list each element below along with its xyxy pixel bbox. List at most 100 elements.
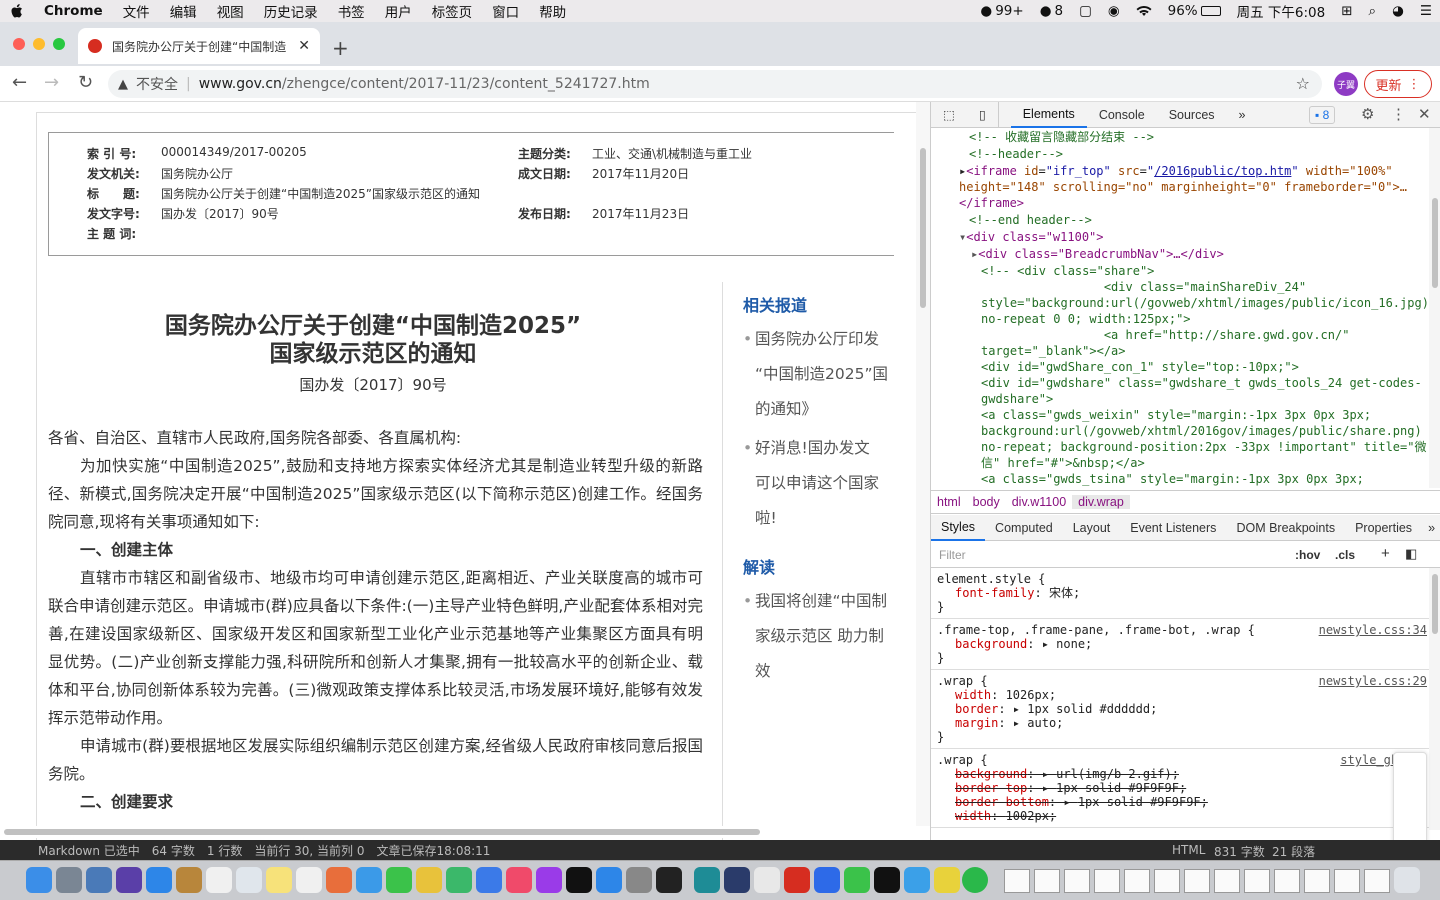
crumb-div-w1100[interactable]: div.w1100 — [1006, 495, 1072, 509]
add-rule-icon[interactable]: + — [1381, 545, 1390, 562]
close-window-button[interactable] — [13, 38, 25, 50]
maximize-window-button[interactable] — [53, 38, 65, 50]
page-horizontal-scrollbar[interactable] — [0, 826, 930, 838]
tab-styles[interactable]: Styles — [931, 515, 986, 541]
device-toggle-icon[interactable]: ▯ — [967, 101, 999, 128]
tab-layout[interactable]: Layout — [1063, 515, 1121, 541]
siri-icon[interactable] — [116, 867, 142, 893]
interpretation-link[interactable]: • 我国将创建“中国制 家级示范区 助力制 效 — [743, 584, 903, 689]
youdao-icon[interactable] — [784, 867, 810, 893]
update-button[interactable]: 更新 ⋮ — [1364, 70, 1432, 98]
window-thumbnail[interactable] — [1064, 869, 1090, 893]
window-thumbnail[interactable] — [1244, 869, 1270, 893]
inspect-icon[interactable]: ⬚ — [931, 102, 967, 128]
back-icon[interactable]: ← — [12, 72, 27, 93]
safari-icon[interactable] — [146, 867, 172, 893]
messages-icon[interactable] — [356, 867, 382, 893]
devtools-close-icon[interactable]: ✕ — [1418, 105, 1431, 123]
menu-people[interactable]: 用户 — [375, 1, 422, 21]
scroll-thumb[interactable] — [920, 148, 926, 308]
tv-icon[interactable] — [566, 867, 592, 893]
stylesheet-link[interactable]: newstyle.css:34 — [1319, 623, 1427, 637]
pages-icon[interactable] — [416, 867, 442, 893]
menu-edit[interactable]: 编辑 — [160, 1, 207, 21]
crumb-html[interactable]: html — [931, 495, 967, 509]
new-tab-button[interactable]: + — [332, 36, 349, 60]
clock[interactable]: 周五 下午6:08 — [1229, 1, 1334, 21]
typora-icon[interactable] — [724, 867, 750, 893]
style-rule-frame[interactable]: newstyle.css:34 .frame-top, .frame-pane,… — [931, 619, 1429, 670]
style-rule-wrap[interactable]: newstyle.css:29 .wrap { width: 1026px; b… — [931, 670, 1429, 749]
input-method-icon[interactable]: ⊞ — [1333, 3, 1360, 19]
finder-icon[interactable] — [26, 867, 52, 893]
style-rule-element[interactable]: element.style { font-family: 宋体; } — [931, 568, 1429, 619]
related-link[interactable]: • 好消息!国办发文 可以申请这个国家 啦! — [743, 431, 903, 536]
calendar-icon[interactable] — [206, 867, 232, 893]
browser-tab[interactable]: 国务院办公厅关于创建“中国制造 ✕ — [78, 28, 320, 64]
wifi-icon[interactable] — [1128, 5, 1160, 17]
dom-node-w1100[interactable]: ▾<div class="w1100"> — [959, 229, 1104, 245]
bookmark-star-icon[interactable]: ☆ — [1296, 74, 1310, 93]
styles-scrollbar[interactable] — [1429, 568, 1440, 830]
apple-icon[interactable] — [0, 3, 34, 19]
numbers-icon[interactable] — [446, 867, 472, 893]
baidu-netdisk-icon[interactable] — [904, 867, 930, 893]
preview-icon[interactable] — [86, 867, 112, 893]
dom-node-breadcrumb[interactable]: ▸<div class="BreadcrumbNav">…</div> — [971, 246, 1224, 262]
related-link[interactable]: • 国务院办公厅印发 “中国制造2025”国 的通知》 — [743, 322, 903, 427]
avatar[interactable]: 子翼 — [1334, 72, 1358, 96]
control-center-icon[interactable]: ☰ — [1412, 3, 1440, 19]
menu-bookmarks[interactable]: 书签 — [328, 1, 375, 21]
tab-dom-breakpoints[interactable]: DOM Breakpoints — [1226, 515, 1345, 541]
screenshot-icon[interactable]: ▢ — [1071, 3, 1100, 19]
stylesheet-link[interactable]: newstyle.css:29 — [1319, 674, 1427, 688]
dom-scrollbar[interactable] — [1429, 128, 1440, 488]
window-thumbnail[interactable] — [1274, 869, 1300, 893]
app-store-icon[interactable] — [596, 867, 622, 893]
trash-icon[interactable] — [1394, 867, 1420, 893]
scroll-thumb[interactable] — [1432, 574, 1438, 634]
sidebar-toggle-icon[interactable]: ◧ — [1405, 546, 1417, 562]
tab-elements[interactable]: Elements — [1010, 102, 1087, 128]
styles-filter-input[interactable]: Filter — [939, 548, 1279, 562]
menu-app-name[interactable]: Chrome — [34, 3, 113, 19]
tab-properties[interactable]: Properties — [1345, 515, 1422, 541]
music-icon[interactable] — [506, 867, 532, 893]
crumb-div-wrap[interactable]: div.wrap — [1072, 495, 1130, 509]
dom-comment[interactable]: <!-- 收藏留言隐藏部分结束 --> — [969, 129, 1154, 145]
scroll-thumb[interactable] — [4, 829, 760, 835]
reload-icon[interactable]: ↻ — [78, 72, 93, 93]
styles-pane[interactable]: element.style { font-family: 宋体; } newst… — [931, 568, 1429, 830]
address-bar[interactable]: ▲ 不安全 | www.gov.cn /zhengce/content/2017… — [108, 70, 1322, 98]
menu-tab[interactable]: 标签页 — [422, 1, 483, 21]
window-thumbnail[interactable] — [1154, 869, 1180, 893]
reminders-icon[interactable] — [296, 867, 322, 893]
loading-icon[interactable] — [962, 867, 988, 893]
notification-status[interactable]: ● 99+ — [972, 3, 1031, 19]
cc-icon[interactable]: ◉ — [1100, 3, 1128, 19]
facetime-icon[interactable] — [386, 867, 412, 893]
wechat-status[interactable]: ● 8 — [1032, 3, 1071, 19]
spotlight-icon[interactable]: ⌕ — [1361, 3, 1385, 19]
menu-view[interactable]: 视图 — [207, 1, 254, 21]
photos-app-icon[interactable] — [326, 867, 352, 893]
issues-badge[interactable]: ▪ 8 — [1309, 106, 1336, 124]
dom-node-iframe[interactable]: ▸<iframe id="ifr_top" src="/2016public/t… — [959, 163, 1393, 179]
minimize-window-button[interactable] — [33, 38, 45, 50]
qq-icon[interactable] — [874, 867, 900, 893]
podcasts-icon[interactable] — [536, 867, 562, 893]
dom-node-iframe-attrs[interactable]: height="148" scrolling="no" marginheight… — [959, 179, 1407, 195]
tab-close-icon[interactable]: ✕ — [298, 38, 310, 54]
tab-console[interactable]: Console — [1087, 102, 1157, 128]
status-format[interactable]: HTML — [1166, 843, 1211, 857]
window-thumbnail[interactable] — [1304, 869, 1330, 893]
window-thumbnail[interactable] — [1004, 869, 1030, 893]
page-vertical-scrollbar[interactable] — [916, 102, 930, 826]
class-toggle[interactable]: .cls — [1335, 548, 1355, 562]
more-tabs-icon[interactable]: » — [1422, 515, 1440, 541]
style-rule-wrap-overridden[interactable]: style_gk.css .wrap { background: ▸ url(i… — [931, 749, 1429, 828]
dom-comment[interactable]: <!--end header--> — [969, 212, 1092, 228]
chrome-icon[interactable] — [754, 867, 780, 893]
menu-file[interactable]: 文件 — [113, 1, 160, 21]
word-icon[interactable] — [814, 867, 840, 893]
